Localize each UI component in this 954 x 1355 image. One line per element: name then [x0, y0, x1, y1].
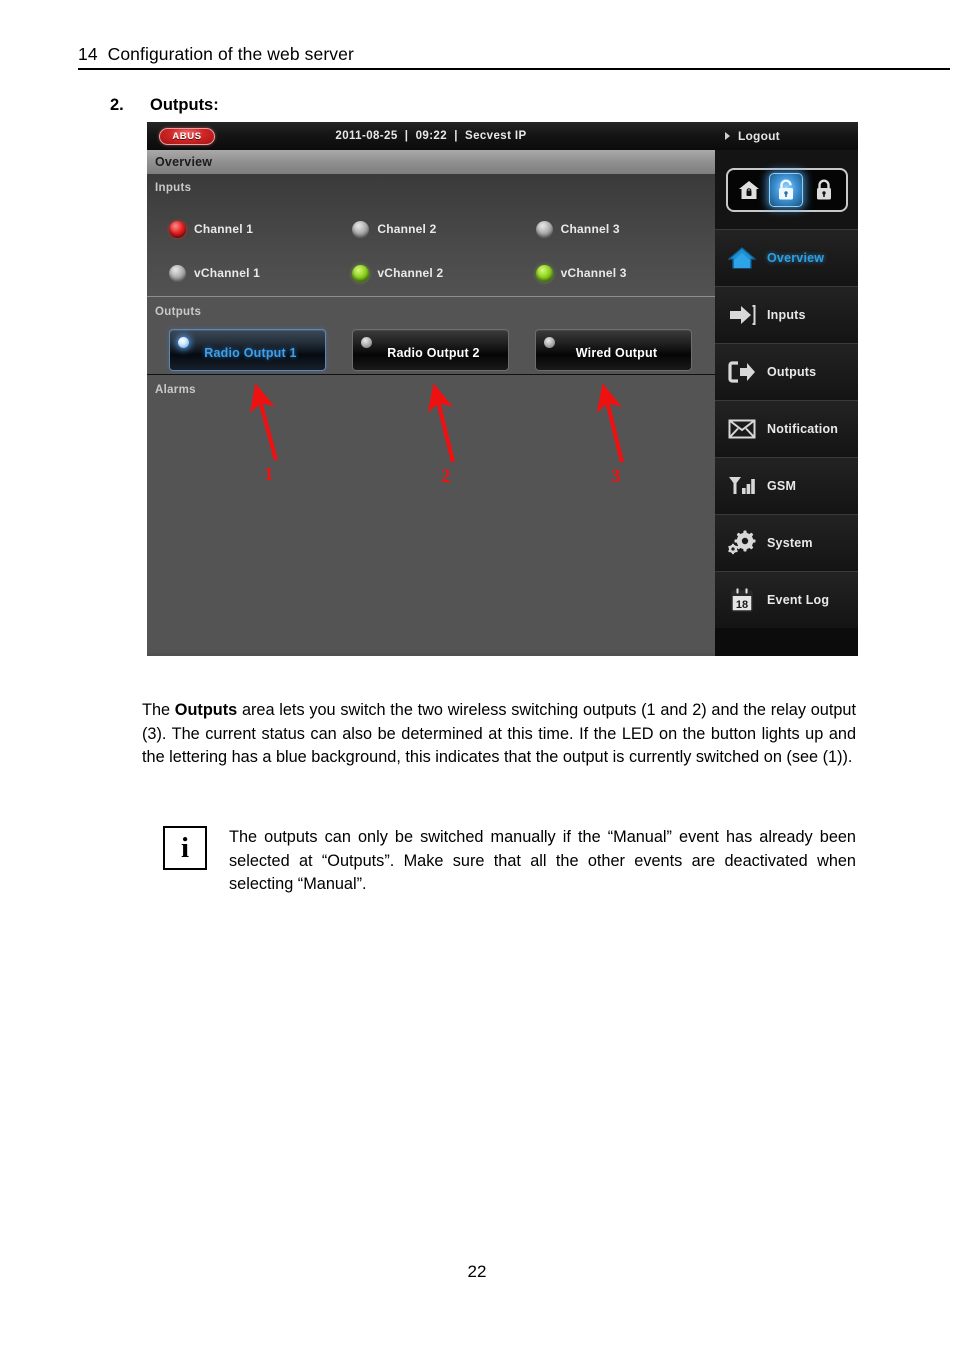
internal-arm-button[interactable]	[732, 173, 766, 207]
status-led-red	[169, 220, 186, 238]
arrow-out-icon	[727, 357, 757, 387]
input-channel-1: Channel 1	[155, 220, 338, 238]
callout-number-1: 1	[264, 464, 274, 485]
home-icon	[727, 243, 757, 273]
envelope-icon	[727, 414, 757, 444]
step-heading: 2. Outputs:	[110, 96, 219, 115]
output-button-label: Wired Output	[575, 345, 658, 360]
arm-control-zone	[715, 150, 858, 229]
callout-number-3: 3	[611, 466, 621, 487]
home-lock-icon	[739, 180, 760, 199]
section-label-alarms: Alarms	[155, 384, 196, 396]
channel-label: vChannel 3	[560, 266, 627, 280]
section-alarms: Alarms	[147, 376, 715, 653]
info-icon: i	[163, 826, 207, 870]
paragraph-lead: The	[142, 701, 175, 720]
step-number: 2.	[110, 96, 124, 114]
ui-titlebar: ABUS 2011-08-25 | 09:22 | Secvest IP	[147, 122, 715, 150]
sidebar-item-event-log[interactable]: 18 Event Log	[715, 571, 858, 628]
output-led-icon	[178, 337, 189, 348]
logout-button[interactable]: Logout	[715, 122, 858, 150]
status-line: 2011-08-25 | 09:22 | Secvest IP	[335, 130, 527, 142]
section-label-outputs: Outputs	[155, 306, 202, 318]
sidebar-item-outputs[interactable]: Outputs	[715, 343, 858, 400]
output-button-label: Radio Output 1	[204, 345, 297, 360]
section-label-inputs: Inputs	[155, 182, 192, 194]
signal-bars-icon	[727, 471, 757, 501]
output-led-icon	[361, 337, 372, 348]
output-button-label: Radio Output 2	[387, 345, 480, 360]
logout-label: Logout	[738, 129, 780, 143]
channel-row: Channel 1 Channel 2 Channel 3	[155, 207, 705, 251]
status-led-green	[352, 264, 370, 282]
input-vchannel-3: vChannel 3	[522, 264, 705, 282]
info-note: i The outputs can only be switched manua…	[163, 826, 856, 897]
unlock-icon	[779, 179, 794, 199]
sidebar-item-inputs[interactable]: Inputs	[715, 286, 858, 343]
calendar-icon-day: 18	[736, 599, 748, 611]
ui-sidebar: Logout Overview Inputs Outputs Notificat…	[715, 122, 858, 656]
output-button-wired-output[interactable]: Wired Output	[535, 329, 692, 371]
input-vchannel-1: vChannel 1	[155, 264, 338, 282]
sidebar-item-overview[interactable]: Overview	[715, 229, 858, 286]
status-led-green	[535, 264, 553, 282]
sidebar-item-label: System	[767, 536, 813, 550]
channel-label: vChannel 2	[377, 266, 444, 280]
ui-main-panel: ABUS 2011-08-25 | 09:22 | Secvest IP Ove…	[147, 122, 715, 653]
caret-right-icon	[725, 132, 730, 140]
ui-page-title-bar: Overview	[147, 150, 715, 174]
page-number: 22	[467, 1262, 487, 1281]
sidebar-item-notification[interactable]: Notification	[715, 400, 858, 457]
arrow-in-icon	[727, 300, 757, 330]
running-header-text: 14 Configuration of the web server	[78, 44, 354, 64]
channel-label: vChannel 1	[194, 266, 261, 280]
page-title: Overview	[155, 155, 213, 169]
lock-icon	[816, 179, 831, 199]
sidebar-item-label: Notification	[767, 422, 839, 436]
web-server-screenshot: ABUS 2011-08-25 | 09:22 | Secvest IP Ove…	[147, 122, 858, 656]
arm-button[interactable]	[807, 173, 841, 207]
input-vchannel-2: vChannel 2	[338, 264, 521, 282]
channel-grid: Channel 1 Channel 2 Channel 3 vChannel 1…	[155, 207, 705, 295]
status-led-grey	[535, 220, 553, 238]
paragraph-emphasis: Outputs	[174, 701, 238, 720]
section-inputs: Inputs Channel 1 Channel 2 Channel 3 vCh…	[147, 174, 715, 297]
arm-control-group	[725, 167, 848, 212]
output-led-icon	[544, 337, 555, 348]
output-button-radio-output-1[interactable]: Radio Output 1	[169, 329, 326, 371]
sidebar-item-label: Inputs	[767, 308, 806, 322]
sidebar-item-gsm[interactable]: GSM	[715, 457, 858, 514]
channel-label: Channel 3	[560, 222, 620, 236]
info-note-text: The outputs can only be switched manuall…	[229, 828, 856, 893]
status-led-grey	[352, 220, 370, 238]
step-title: Outputs:	[150, 96, 219, 114]
channel-label: Channel 2	[377, 222, 437, 236]
input-channel-3: Channel 3	[522, 220, 705, 238]
running-header: 14 Configuration of the web server	[78, 44, 950, 70]
sidebar-item-label: GSM	[767, 479, 797, 493]
channel-row: vChannel 1 vChannel 2 vChannel 3	[155, 251, 705, 295]
output-button-radio-output-2[interactable]: Radio Output 2	[352, 329, 509, 371]
sidebar-item-system[interactable]: System	[715, 514, 858, 571]
input-channel-2: Channel 2	[338, 220, 521, 238]
status-led-grey	[169, 264, 186, 282]
paragraph-rest: area lets you switch the two wireless sw…	[142, 701, 856, 767]
channel-label: Channel 1	[194, 222, 254, 236]
sidebar-item-label: Overview	[767, 251, 825, 265]
calendar-icon: 18	[727, 585, 757, 615]
gear-icon	[727, 528, 757, 558]
disarm-button[interactable]	[769, 172, 804, 207]
output-button-row: Radio Output 1 Radio Output 2 Wired Outp…	[155, 329, 705, 371]
header-rule	[78, 68, 950, 70]
sidebar-item-label: Outputs	[767, 365, 817, 379]
body-paragraph: The Outputs area lets you switch the two…	[142, 699, 856, 770]
sidebar-item-label: Event Log	[767, 593, 830, 607]
ui-content-area: Inputs Channel 1 Channel 2 Channel 3 vCh…	[147, 174, 715, 653]
section-outputs: Outputs Radio Output 1 Radio Output 2 Wi…	[147, 298, 715, 375]
info-icon-glyph: i	[180, 831, 190, 864]
callout-number-2: 2	[441, 466, 451, 487]
